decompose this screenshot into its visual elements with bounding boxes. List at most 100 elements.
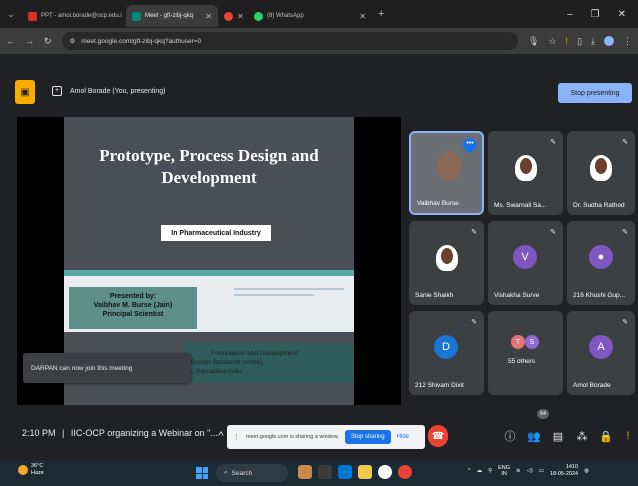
activities-icon[interactable]: ⁂ [572,426,592,446]
file-explorer-icon[interactable] [358,465,372,479]
weather-widget[interactable]: 36°C Haze [18,463,44,477]
presenter-role: Principal Scientist [102,311,164,318]
participant-tile[interactable]: ✎ V Vishakha Surve [488,221,563,305]
avatar: D [434,335,458,359]
meeting-title: IIC-OCP organizing a Webinar on "... [70,428,218,438]
others-count: 55 others [508,358,536,365]
participant-photo [436,245,458,271]
profile-avatar[interactable] [604,36,614,46]
mic-off-icon: ✎ [622,139,628,146]
join-notification: DARPAN can now join this meeting [23,353,191,383]
back-icon[interactable]: ← [6,36,15,46]
participant-tile[interactable]: ✎ Ms. Swarnali Sa... [488,131,563,215]
notification-icon[interactable]: ◍ [584,468,589,474]
url-bar[interactable]: ⚙ meet.google.com/gft-zibj-qkq?authuser=… [61,32,519,50]
os-taskbar: 36°C Haze ⌕ Search ^ ☁ ⚲ ENG IN ≋ ◁) ▭ 1… [0,460,638,486]
participant-name: Vaibhav Burse [417,200,459,207]
side-panel-icon[interactable]: ▯ [577,36,582,47]
usb-icon[interactable]: ⚲ [488,468,492,474]
tab-recording[interactable]: ✕ [218,5,248,27]
task-view-icon[interactable] [318,465,332,479]
presenter-details: Formulation and Development [Biocon Rese… [189,349,298,376]
avatar: V [513,245,537,269]
maximize-button[interactable]: ❐ [591,9,600,20]
start-button[interactable] [196,467,208,479]
chat-icon[interactable]: ▤ [548,426,568,446]
info-icon[interactable]: ⓘ [500,426,520,446]
more-options-icon[interactable]: ••• [463,138,477,152]
leave-call-button[interactable]: ☎ [428,425,448,447]
lock-icon[interactable]: 🔒 [596,426,616,446]
participant-name: 212 Shivam Dixit [415,382,464,389]
chrome-icon[interactable] [378,465,392,479]
presenter-box: Presented by: Vaibhav M. Burse (Jain) Pr… [69,287,197,329]
close-icon[interactable]: ✕ [359,12,366,21]
taskbar-search[interactable]: ⌕ Search [216,464,288,482]
meeting-clock: 2:10 PM [22,428,56,438]
decor-line [234,294,314,296]
slide-title: Prototype, Process Design and Developmen… [99,146,319,187]
others-tile[interactable]: T S 55 others [488,311,563,395]
mic-off-icon: ✎ [471,319,477,326]
presenting-bar: ▣ + Amol Borade (You, presenting) Stop p… [0,80,638,106]
taskbar-date: 18-05-2024 [549,471,579,477]
url-text: meet.google.com/gft-zibj-qkq?authuser=0 [81,37,202,45]
gmail-icon [28,11,37,21]
participant-name: Dr. Sudha Rathod [573,202,625,209]
language-indicator[interactable]: ENG IN [498,465,510,477]
app-icon[interactable] [298,465,312,479]
close-icon[interactable]: ✕ [205,12,212,21]
participant-tile[interactable]: ✎ Sanie Shaikh [409,221,484,305]
drag-handle-icon[interactable]: ⋮ [233,433,240,441]
volume-icon[interactable]: ◁) [527,468,533,474]
participant-tile[interactable]: ✎ D 212 Shivam Dixit [409,311,484,395]
download-icon[interactable]: ⤓ [591,36,595,47]
participant-count-badge: 64 [537,409,549,419]
clock-widget[interactable]: 1410 18-05-2024 [550,464,578,478]
site-settings-icon[interactable]: ⚙ [70,37,76,45]
record-app-icon[interactable] [398,465,412,479]
meet-icon [132,11,141,21]
tab-meet[interactable]: Meet - gft-zibj-qkq ✕ [126,5,218,27]
people-icon[interactable]: 👥 [524,426,544,446]
participant-video [437,151,461,181]
participant-name: Amol Borade [573,382,611,389]
reload-icon[interactable]: ↻ [44,36,52,47]
close-icon[interactable]: ✕ [237,12,244,21]
tab-search-icon[interactable]: ⌄ [0,0,22,28]
chevron-up-icon[interactable]: ^ [468,468,471,474]
bookmark-star-icon[interactable]: ☆ [548,36,556,47]
mic-icon[interactable]: 🎙 [528,36,539,47]
detail-line: [Biocon Research centre], [189,359,264,366]
tab-whatsapp[interactable]: (8) WhatsApp ✕ [248,5,372,27]
search-label: Search [231,469,253,477]
wifi-icon[interactable]: ≋ [516,468,521,474]
alert-icon[interactable]: ! [566,36,569,46]
tab-ppt[interactable]: PPT - amol.borade@ocp.edu.i ✕ [22,5,126,27]
participant-tile[interactable]: ••• Vaibhav Burse [409,131,484,215]
participant-name: Sanie Shaikh [415,292,454,299]
participant-photo [590,155,612,181]
close-window-button[interactable]: ✕ [618,9,626,20]
browser-tab-bar: ⌄ PPT - amol.borade@ocp.edu.i ✕ Meet - g… [0,0,638,28]
mic-off-icon: ✎ [550,229,556,236]
participant-tile[interactable]: ✎ Dr. Sudha Rathod [567,131,635,215]
participant-tile[interactable]: ✎ ● 216 Khushi Gup... [567,221,635,305]
sharing-notice: ⋮ meet.google.com is sharing a window. S… [227,425,425,449]
stop-sharing-button[interactable]: Stop sharing [344,430,391,444]
minimize-button[interactable]: – [567,9,573,20]
participant-tile[interactable]: ✎ A Amol Borade [567,311,635,395]
battery-icon[interactable]: ▭ [539,468,544,474]
new-tab-button[interactable]: + [372,8,390,20]
edge-icon[interactable] [338,465,352,479]
present-screen-icon: + [52,86,62,96]
stop-presenting-button[interactable]: Stop presenting [558,83,632,103]
hide-button[interactable]: Hide [397,434,409,440]
presented-by-label: Presented by: [109,293,157,300]
menu-icon[interactable]: ⋮ [623,36,632,47]
cloud-icon[interactable]: ☁ [477,468,483,474]
alert-icon[interactable]: ! [618,426,638,446]
forward-icon[interactable]: → [25,36,34,46]
presenting-info: + Amol Borade (You, presenting) [52,86,165,96]
slide-subtitle: In Pharmaceutical Industry [161,225,271,241]
